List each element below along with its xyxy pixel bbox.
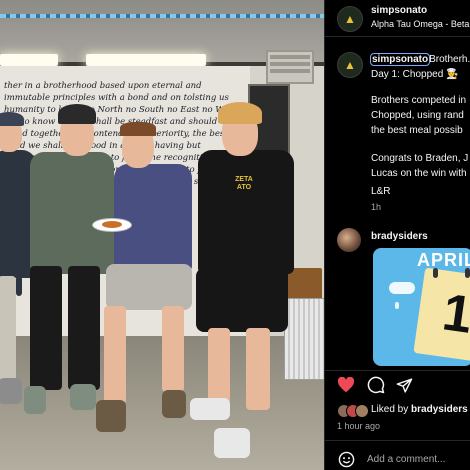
calendar-ring <box>465 268 470 278</box>
caption-text: Brotherh... <box>429 54 470 65</box>
comment-icon <box>367 376 385 394</box>
add-comment-input[interactable]: Add a comment... <box>367 452 445 467</box>
comment-button[interactable] <box>365 374 387 396</box>
likes-prefix: Liked by <box>371 404 409 415</box>
caption-time[interactable]: 1h <box>371 200 381 215</box>
sticker-month: APRIL <box>417 250 470 270</box>
author-avatar[interactable]: ▲ <box>337 6 363 32</box>
caption-signoff: L&R <box>371 186 391 197</box>
commenter-avatar[interactable] <box>337 228 361 252</box>
post-header: ▲ simpsonato Alpha Tau Omega - Beta... <box>325 0 470 36</box>
divider <box>325 440 470 441</box>
commenter-username[interactable]: bradysiders <box>371 229 428 244</box>
caption-para-line: Chopped, using rand <box>371 110 464 121</box>
wall-vent <box>266 50 314 84</box>
caption-para-line: Lucas on the win with <box>371 168 467 179</box>
caption: ▲ simpsonatoBrotherh... Day 1: Chopped 👨… <box>325 50 470 220</box>
cloud-icon <box>389 282 415 294</box>
like-button[interactable] <box>335 374 357 396</box>
caption-para-line: Congrats to Braden, J <box>371 153 469 164</box>
caption-line-1: simpsonatoBrotherh... <box>369 52 470 67</box>
chef-emoji: 👨‍🍳 <box>446 69 459 80</box>
share-button[interactable] <box>393 374 415 396</box>
likes-user[interactable]: bradysiders <box>411 404 468 415</box>
smiley-icon <box>338 451 354 467</box>
liker-avatar <box>355 404 369 418</box>
likes-summary: Liked by bradysiders <box>371 402 468 417</box>
heart-filled-icon <box>337 377 355 393</box>
share-icon <box>396 377 412 393</box>
calendar-ring <box>433 268 438 278</box>
author-username[interactable]: simpsonato <box>371 3 427 18</box>
radiator <box>284 298 324 380</box>
caption-line-2: Day 1: Chopped 👨‍🍳 <box>371 67 459 82</box>
caption-para-line: the best meal possib <box>371 125 463 136</box>
caption-text: Day 1: Chopped <box>371 69 444 80</box>
emoji-button[interactable] <box>337 450 355 468</box>
post-photo[interactable]: ther in a brotherhood based upon eternal… <box>0 0 324 470</box>
post-time[interactable]: 1 hour ago <box>337 419 380 434</box>
divider <box>325 370 470 371</box>
ceiling-light <box>0 54 58 66</box>
ato-crest-icon: ▲ <box>344 58 356 72</box>
ceiling-light <box>86 54 206 66</box>
caption-username[interactable]: simpsonato <box>369 53 431 66</box>
post-sidebar: ▲ simpsonato Alpha Tau Omega - Beta... ▲… <box>324 0 470 470</box>
caption-avatar[interactable]: ▲ <box>337 52 363 78</box>
april-fools-sticker: APRIL 1 <box>373 248 470 366</box>
ato-crest-icon: ▲ <box>344 12 356 26</box>
author-subtitle: Alpha Tau Omega - Beta... <box>371 19 470 29</box>
divider <box>325 36 470 37</box>
string-lights <box>0 14 324 18</box>
raindrop-icon <box>395 302 399 309</box>
caption-para-line: Brothers competed in <box>371 95 467 106</box>
